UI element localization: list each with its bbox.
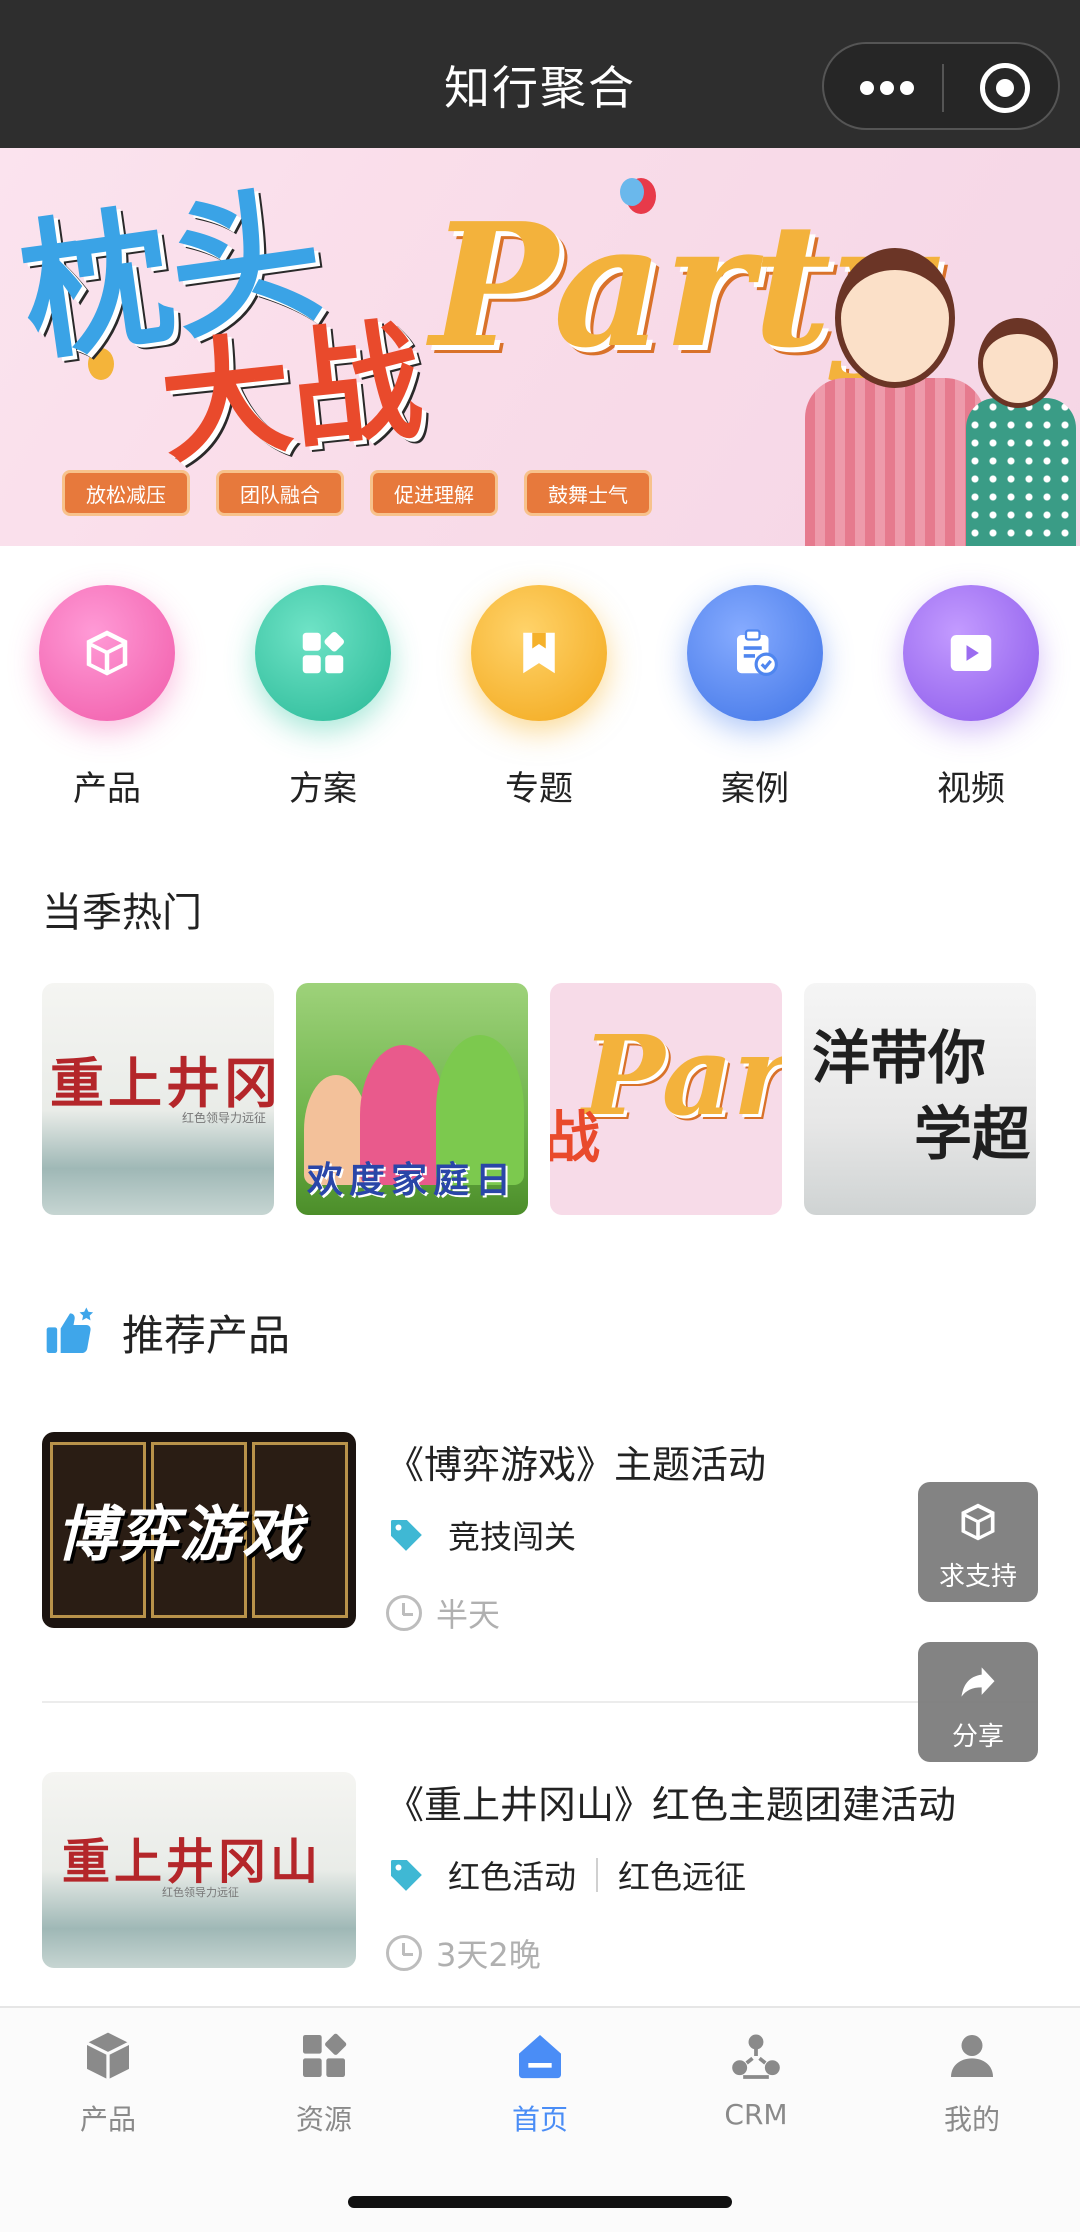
category-label: 视频: [937, 769, 1005, 809]
banner-tag: 鼓舞士气: [524, 470, 652, 516]
banner-tag: 放松减压: [62, 470, 190, 516]
banner-illustration-child: [960, 298, 1080, 546]
product-duration: 3天2晚: [386, 1930, 541, 1976]
grid-icon: [302, 632, 344, 674]
product-name: 《博弈游戏》主题活动: [386, 1443, 767, 1487]
product-duration-text: 半天: [436, 1596, 501, 1634]
tab-product[interactable]: 产品: [28, 2028, 188, 2138]
grid-icon: [303, 2033, 347, 2077]
category-product[interactable]: 产品: [22, 585, 192, 810]
category-topic[interactable]: 专题: [454, 585, 624, 810]
hot-card[interactable]: 洋带你 学超: [804, 983, 1036, 1215]
tab-label: 产品: [79, 2103, 136, 2136]
cube-icon: [86, 630, 128, 676]
thumbs-up-icon: [46, 1307, 94, 1353]
capsule-divider: [942, 64, 944, 112]
section-title-hot: 当季热门: [42, 890, 202, 936]
banner-headline-2: 大战: [153, 302, 429, 483]
tag-separator: [596, 1858, 599, 1892]
tab-label: 资源: [295, 2103, 352, 2136]
promo-banner[interactable]: 枕头 大战 Party 放松减压 团队融合 促进理解 鼓舞士气: [0, 148, 1080, 546]
product-thumbnail-text: 博弈游戏: [56, 1500, 304, 1570]
tag-icon: [391, 1520, 422, 1551]
tag-icon: [391, 1860, 422, 1891]
product-name: 《重上井冈山》红色主题团建活动: [386, 1783, 957, 1827]
section-title-recommended: 推荐产品: [122, 1310, 291, 1360]
product-thumbnail: 重上井冈山 红色领导力远征: [42, 1772, 356, 1968]
bookmark-icon: [523, 632, 555, 674]
banner-tag-row: 放松减压 团队融合 促进理解 鼓舞士气: [62, 470, 652, 516]
hot-card-subtitle: 红色领导力远征: [182, 1111, 267, 1125]
category-label: 案例: [721, 769, 789, 809]
category-solution[interactable]: 方案: [238, 585, 408, 810]
hot-carousel: 重上井冈山 红色领导力远征 欢度家庭日 Party 战 洋带你 学超: [42, 983, 1042, 1215]
tab-label: 首页: [511, 2103, 568, 2136]
clock-icon: [386, 1595, 422, 1631]
share-button-label: 分享: [951, 1722, 1004, 1752]
category-grid: 产品 方案 专题 案例 视频: [0, 560, 1080, 820]
home-icon: [519, 2035, 561, 2079]
hot-card-title: 欢度家庭日: [306, 1159, 517, 1201]
product-tags: 竞技闯关: [386, 1512, 576, 1558]
tab-home[interactable]: 首页: [460, 2028, 620, 2138]
tab-crm[interactable]: CRM: [676, 2028, 836, 2131]
banner-tag: 促进理解: [370, 470, 498, 516]
hot-card-title: 重上井冈山: [50, 1051, 274, 1115]
category-label: 方案: [289, 769, 357, 809]
product-thumbnail-subtext: 红色领导力远征: [162, 1886, 239, 1899]
product-duration-text: 3天2晚: [436, 1936, 541, 1974]
hot-card-subtitle: 战: [550, 1105, 600, 1171]
product-thumbnail: 博弈游戏: [42, 1432, 356, 1628]
product-thumbnail-text: 重上井冈山: [62, 1834, 323, 1890]
banner-tag: 团队融合: [216, 470, 344, 516]
product-tags: 红色活动 红色远征: [386, 1852, 746, 1898]
tab-resources[interactable]: 资源: [244, 2028, 404, 2138]
clipboard-check-icon: [737, 629, 778, 676]
product-card[interactable]: 博弈游戏 《博弈游戏》主题活动 竞技闯关 半天: [42, 1432, 1038, 1634]
close-miniprogram-icon[interactable]: [980, 63, 1030, 113]
hot-card-title: 洋带你: [812, 1024, 987, 1092]
product-tag: 红色活动: [448, 1858, 577, 1896]
category-label: 专题: [505, 769, 573, 809]
home-indicator[interactable]: [348, 2196, 732, 2208]
product-tag: 红色远征: [618, 1858, 747, 1896]
category-label: 产品: [73, 769, 141, 809]
product-duration: 半天: [386, 1590, 500, 1636]
section-header-recommended: 推荐产品: [42, 1302, 290, 1362]
hot-card[interactable]: 重上井冈山 红色领导力远征: [42, 983, 274, 1215]
cube-icon: [86, 2032, 130, 2080]
support-button-label: 求支持: [938, 1562, 1017, 1592]
tab-label: CRM: [724, 2098, 788, 2131]
support-button[interactable]: 求支持: [918, 1482, 1038, 1602]
crm-icon: [732, 2034, 780, 2079]
list-divider: [42, 1701, 1038, 1703]
cube-icon: [961, 1503, 995, 1541]
clock-icon: [386, 1935, 422, 1971]
top-navbar: 知行聚合: [0, 0, 1080, 148]
share-button[interactable]: 分享: [918, 1642, 1038, 1762]
hot-card[interactable]: 欢度家庭日: [296, 983, 528, 1215]
product-tag: 竞技闯关: [448, 1518, 577, 1556]
product-card[interactable]: 重上井冈山 红色领导力远征 《重上井冈山》红色主题团建活动 红色活动 红色远征 …: [42, 1772, 1038, 1974]
more-options-icon[interactable]: [860, 76, 940, 100]
share-arrow-icon: [961, 1667, 995, 1697]
play-icon: [950, 635, 992, 671]
miniprogram-capsule: [822, 42, 1060, 130]
tab-mine[interactable]: 我的: [892, 2028, 1052, 2138]
hot-card[interactable]: Party 战: [550, 983, 782, 1215]
category-video[interactable]: 视频: [886, 585, 1056, 810]
tab-label: 我的: [943, 2103, 1000, 2136]
hot-card-subtitle: 学超: [914, 1100, 1031, 1168]
hot-card-title: Party: [582, 1011, 782, 1140]
user-icon: [951, 2035, 993, 2077]
category-case[interactable]: 案例: [670, 585, 840, 810]
